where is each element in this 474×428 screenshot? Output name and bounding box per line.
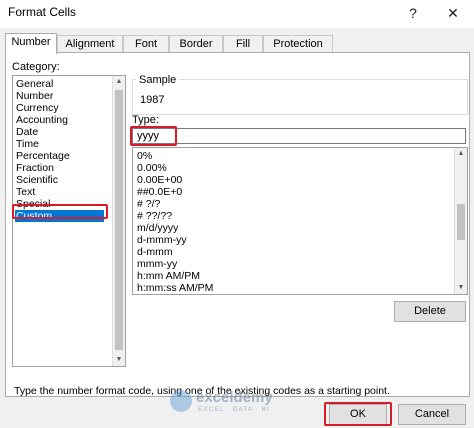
cancel-button[interactable]: Cancel: [398, 404, 466, 425]
format-item[interactable]: 0.00%: [137, 162, 167, 174]
ok-highlight-box: [324, 402, 392, 426]
format-list[interactable]: 0% 0.00% 0.00E+00 ##0.0E+0 # ?/? # ??/??…: [132, 147, 468, 295]
window-title: Format Cells: [8, 5, 77, 19]
category-item-text[interactable]: Text: [16, 186, 35, 198]
format-item[interactable]: h:mm AM/PM: [137, 270, 200, 282]
title-bar: Format Cells ? ✕: [0, 0, 474, 28]
custom-highlight-box: [12, 204, 108, 219]
format-item[interactable]: ##0.0E+0: [137, 186, 182, 198]
category-item-accounting[interactable]: Accounting: [16, 114, 68, 126]
watermark-name: exceldemy: [196, 389, 273, 406]
category-scroll-thumb[interactable]: [115, 90, 123, 350]
format-item[interactable]: h:mm:ss AM/PM: [137, 282, 213, 294]
tab-number[interactable]: Number: [5, 33, 57, 54]
close-icon[interactable]: ✕: [436, 1, 470, 27]
format-scrollbar[interactable]: ▲ ▼: [454, 148, 467, 294]
sample-label: Sample: [136, 74, 180, 86]
format-item[interactable]: m/d/yyyy: [137, 222, 178, 234]
type-label: Type:: [132, 114, 159, 126]
category-item-number[interactable]: Number: [16, 90, 53, 102]
sample-group: [132, 79, 468, 115]
delete-button[interactable]: Delete: [394, 301, 466, 322]
tab-fill[interactable]: Fill: [223, 35, 263, 53]
category-item-time[interactable]: Time: [16, 138, 39, 150]
tab-protection[interactable]: Protection: [263, 35, 333, 53]
format-item[interactable]: d-mmm: [137, 246, 173, 258]
format-item[interactable]: # ??/??: [137, 210, 172, 222]
tab-border[interactable]: Border: [169, 35, 223, 53]
format-scroll-thumb[interactable]: [457, 204, 465, 240]
category-item-percentage[interactable]: Percentage: [16, 150, 70, 162]
category-label: Category:: [12, 61, 60, 73]
exceldemy-logo-icon: [170, 390, 192, 412]
sample-value: 1987: [140, 94, 165, 106]
help-button[interactable]: ?: [396, 1, 430, 27]
format-item[interactable]: mmm-yy: [137, 258, 177, 270]
format-item[interactable]: 0.00E+00: [137, 174, 182, 186]
scroll-down-arrow-icon[interactable]: ▼: [115, 356, 123, 364]
format-item[interactable]: 0%: [137, 150, 152, 162]
format-item[interactable]: d-mmm-yy: [137, 234, 187, 246]
category-item-date[interactable]: Date: [16, 126, 38, 138]
watermark-logo: exceldemy EXCEL · DATA · BI: [170, 388, 320, 416]
category-item-general[interactable]: General: [16, 78, 53, 90]
format-item[interactable]: # ?/?: [137, 198, 160, 210]
category-list[interactable]: General Number Currency Accounting Date …: [12, 75, 126, 367]
tab-alignment[interactable]: Alignment: [57, 35, 123, 53]
tab-font[interactable]: Font: [123, 35, 169, 53]
category-item-fraction[interactable]: Fraction: [16, 162, 54, 174]
scroll-up-arrow-icon[interactable]: ▲: [457, 150, 465, 158]
scroll-down-arrow-icon[interactable]: ▼: [457, 284, 465, 292]
type-input[interactable]: yyyy: [132, 128, 466, 144]
category-item-currency[interactable]: Currency: [16, 102, 59, 114]
watermark-tagline: EXCEL · DATA · BI: [198, 406, 270, 413]
scroll-up-arrow-icon[interactable]: ▲: [115, 78, 123, 86]
category-item-scientific[interactable]: Scientific: [16, 174, 58, 186]
number-tab-panel: Category: General Number Currency Accoun…: [5, 52, 470, 397]
category-scrollbar[interactable]: ▲ ▼: [112, 76, 125, 366]
type-highlight-box: [130, 126, 177, 146]
